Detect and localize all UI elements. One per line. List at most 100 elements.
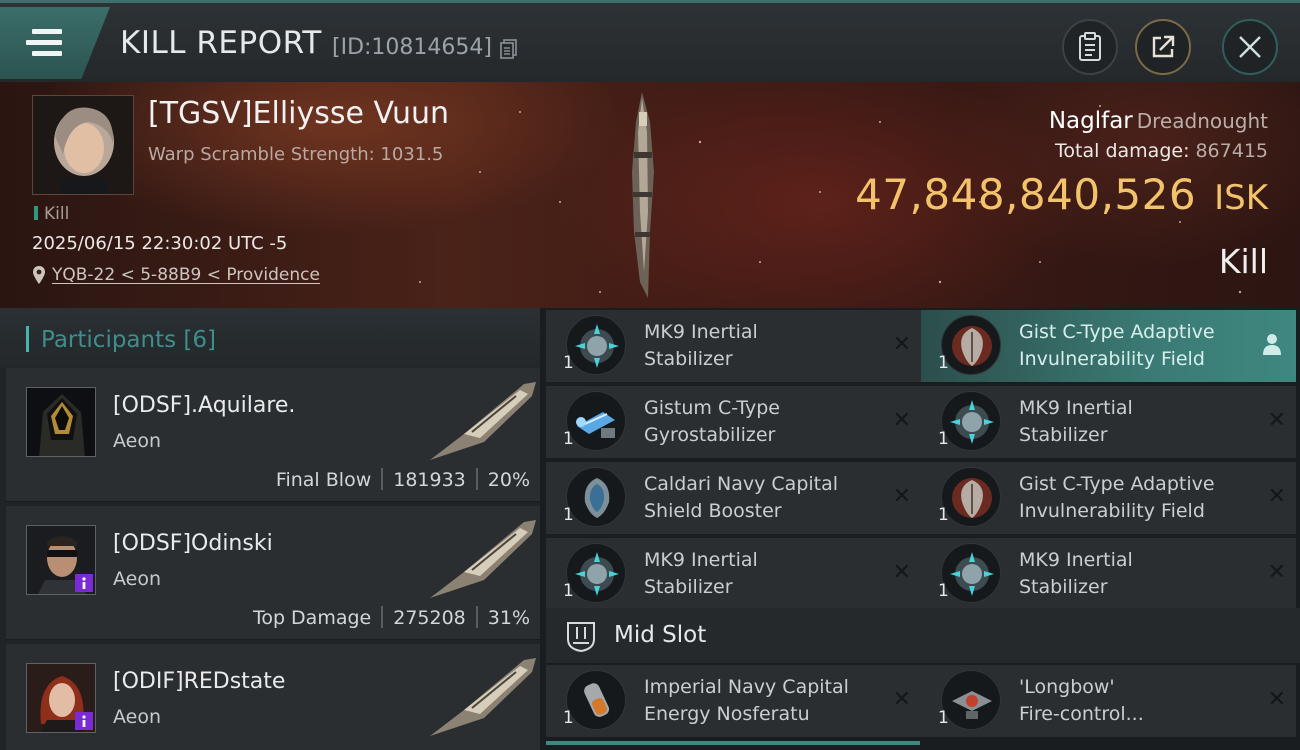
- participant-ship-icon: [430, 520, 536, 598]
- remove-icon[interactable]: ✕: [893, 332, 911, 357]
- participant-damage: 181933: [393, 469, 466, 491]
- page-title: KILL REPORT: [120, 25, 322, 61]
- kill-tag: Kill: [34, 204, 69, 224]
- module-name: Gist C-Type Adaptive Invulnerability Fiel…: [1019, 321, 1215, 370]
- role-badge-icon: [75, 574, 93, 592]
- victim-ship-render: [632, 92, 654, 298]
- remove-icon[interactable]: ✕: [893, 560, 911, 585]
- participant-name[interactable]: [ODSF].Aquilare.: [113, 393, 295, 418]
- module-name: Gistum C-Type Gyrostabilizer: [644, 397, 780, 446]
- participants-panel: Participants [6] [ODSF].Aquilare. Aeon F…: [0, 308, 540, 750]
- participant-row[interactable]: [ODSF]Odinski Aeon Top Damage 275208 31%: [6, 506, 540, 640]
- module-cell[interactable]: 1 MK9 Inertial Stabilizer ✕: [546, 538, 921, 610]
- module-cell[interactable]: 1 MK9 Inertial Stabilizer ✕: [546, 310, 921, 382]
- total-damage: Total damage: 867415: [1055, 140, 1268, 162]
- participant-row[interactable]: [ODIF]REDstate Aeon: [6, 644, 540, 750]
- victim-avatar: [33, 96, 133, 194]
- participant-row[interactable]: [ODSF].Aquilare. Aeon Final Blow 181933 20…: [6, 368, 540, 502]
- location-pin-icon: [33, 266, 45, 284]
- module-cell[interactable]: 1 Imperial Navy Capital Energy Nosferatu …: [546, 665, 921, 737]
- participant-name[interactable]: [ODIF]REDstate: [113, 669, 285, 694]
- menu-icon: [26, 29, 62, 59]
- module-name: MK9 Inertial Stabilizer: [1019, 397, 1133, 446]
- invulnerability-field-icon: [941, 315, 1001, 375]
- location-text: YQB-22 < 5-88B9 < Providence: [52, 265, 320, 285]
- clipboard-button[interactable]: [1062, 19, 1118, 75]
- module-name: MK9 Inertial Stabilizer: [644, 321, 758, 370]
- energy-nosferatu-icon: [566, 670, 626, 730]
- ship-name: Naglfar: [1048, 108, 1133, 134]
- isk-value-line: 47,848,840,526 ISK: [855, 170, 1268, 219]
- share-button[interactable]: [1135, 19, 1191, 75]
- module-cell[interactable]: 1 'Longbow' Fire-control... ✕: [921, 665, 1296, 737]
- mid-slot-header: Mid Slot: [546, 608, 1300, 663]
- role-badge-icon: [75, 712, 93, 730]
- module-quantity: 1: [563, 505, 574, 525]
- module-quantity: 1: [563, 429, 574, 449]
- participant-ship-icon: [430, 382, 536, 460]
- remove-icon[interactable]: ✕: [893, 408, 911, 433]
- module-cell[interactable]: 1 Gist C-Type Adaptive Invulnerability Fi…: [921, 462, 1296, 534]
- module-quantity: 1: [938, 353, 949, 373]
- invulnerability-field-icon: [941, 467, 1001, 527]
- location-link[interactable]: YQB-22 < 5-88B9 < Providence: [32, 265, 320, 285]
- isk-unit: ISK: [1214, 178, 1268, 218]
- module-quantity: 1: [938, 505, 949, 525]
- participant-avatar: [26, 387, 96, 457]
- close-icon: [1239, 36, 1261, 58]
- ship-class: Dreadnought: [1136, 109, 1268, 133]
- menu-button[interactable]: [0, 7, 110, 79]
- remove-icon[interactable]: ✕: [1268, 560, 1286, 585]
- remove-icon[interactable]: ✕: [893, 484, 911, 509]
- participant-name[interactable]: [ODSF]Odinski: [113, 531, 273, 556]
- shield-booster-icon: [566, 467, 626, 527]
- module-quantity: 1: [938, 581, 949, 601]
- module-quantity: 1: [938, 708, 949, 728]
- participant-ship-icon: [430, 658, 536, 736]
- module-quantity: 1: [563, 353, 574, 373]
- copy-icon[interactable]: [500, 39, 518, 59]
- kill-timestamp: 2025/06/15 22:30:02 UTC -5: [32, 233, 288, 254]
- module-cell[interactable]: 1 MK9 Inertial Stabilizer ✕: [921, 386, 1296, 458]
- victim-name[interactable]: [TGSV]Elliysse Vuun: [148, 96, 449, 131]
- kill-result-label: Kill: [1218, 242, 1268, 281]
- remove-icon[interactable]: ✕: [893, 687, 911, 712]
- inertial-stabilizer-icon: [941, 543, 1001, 603]
- warp-scramble-strength: Warp Scramble Strength: 1031.5: [148, 144, 444, 165]
- victim-portrait[interactable]: [32, 95, 134, 195]
- module-quantity: 1: [563, 708, 574, 728]
- participant-avatar: [26, 525, 96, 595]
- remove-icon[interactable]: ✕: [1268, 484, 1286, 509]
- inertial-stabilizer-icon: [566, 315, 626, 375]
- total-damage-label: Total damage:: [1055, 140, 1190, 162]
- close-button[interactable]: [1222, 19, 1278, 75]
- participant-ship: Aeon: [113, 568, 162, 590]
- gyrostabilizer-icon: [566, 391, 626, 451]
- module-cell[interactable]: 1 Gistum C-Type Gyrostabilizer ✕: [546, 386, 921, 458]
- person-icon[interactable]: [1262, 332, 1282, 356]
- participant-percent: 20%: [487, 469, 530, 491]
- module-name: MK9 Inertial Stabilizer: [644, 549, 758, 598]
- module-cell[interactable]: 1 Caldari Navy Capital Shield Booster ✕: [546, 462, 921, 534]
- participant-role: Final Blow: [275, 469, 372, 491]
- remove-icon[interactable]: ✕: [1268, 408, 1286, 433]
- participant-stats: Final Blow 181933 20%: [276, 468, 530, 491]
- remove-icon[interactable]: ✕: [1268, 687, 1286, 712]
- module-quantity: 1: [938, 429, 949, 449]
- selection-indicator: [546, 741, 920, 745]
- participant-ship: Aeon: [113, 706, 162, 728]
- victim-ship[interactable]: Naglfar Dreadnought: [1049, 108, 1268, 134]
- fire-control-icon: [941, 670, 1001, 730]
- module-cell-selected[interactable]: 1 Gist C-Type Adaptive Invulnerability Fi…: [921, 310, 1296, 382]
- module-name: 'Longbow' Fire-control...: [1019, 676, 1144, 725]
- module-quantity: 1: [563, 581, 574, 601]
- victim-banner: [TGSV]Elliysse Vuun Warp Scramble Streng…: [0, 82, 1300, 308]
- module-name: Gist C-Type Adaptive Invulnerability Fiel…: [1019, 473, 1215, 522]
- inertial-stabilizer-icon: [566, 543, 626, 603]
- module-cell[interactable]: 1 MK9 Inertial Stabilizer ✕: [921, 538, 1296, 610]
- participant-damage: 275208: [393, 607, 466, 629]
- fitted-modules-panel: 1 MK9 Inertial Stabilizer ✕ 1 Gist C-Type…: [540, 308, 1300, 750]
- clipboard-icon: [1079, 32, 1101, 61]
- total-damage-value: 867415: [1195, 140, 1268, 162]
- isk-value: 47,848,840,526: [855, 170, 1197, 219]
